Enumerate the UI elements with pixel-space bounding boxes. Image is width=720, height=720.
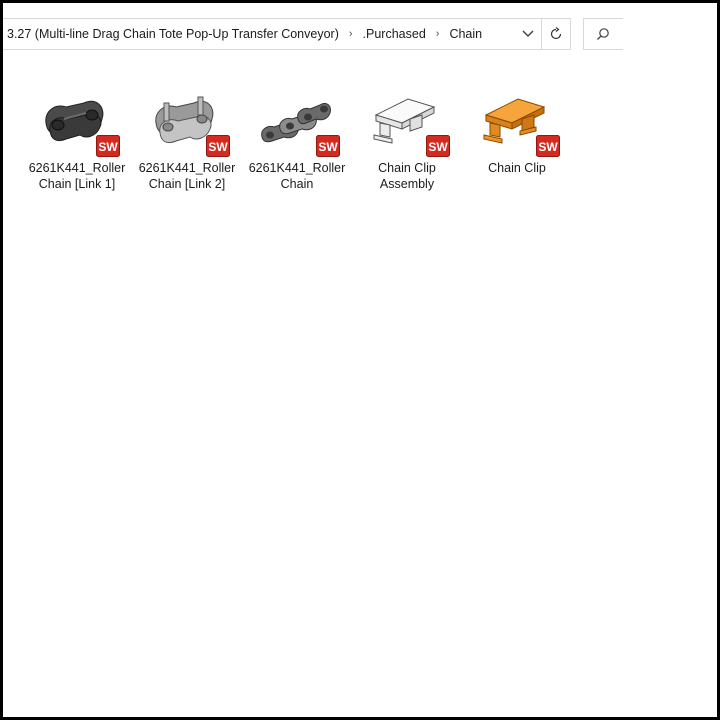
breadcrumb-chain[interactable]: Chain bbox=[445, 27, 486, 41]
solidworks-badge-icon: SW bbox=[536, 135, 560, 157]
file-name: 6261K441_Roller Chain bbox=[244, 161, 350, 192]
file-item[interactable]: SW Chain Clip bbox=[464, 91, 570, 177]
explorer-window: 3.27 (Multi-line Drag Chain Tote Pop-Up … bbox=[3, 3, 717, 717]
file-thumbnail: SW bbox=[254, 91, 340, 163]
badge-text: SW bbox=[318, 140, 338, 154]
file-name-line: 6261K441_Roller bbox=[28, 161, 126, 175]
badge-text: SW bbox=[538, 140, 558, 154]
chevron-right-icon: › bbox=[435, 28, 440, 40]
search-box[interactable] bbox=[583, 18, 623, 50]
file-name-line: 6261K441_Roller bbox=[248, 161, 346, 175]
badge-text: SW bbox=[208, 140, 228, 154]
file-name-line: 6261K441_Roller bbox=[138, 161, 236, 175]
file-thumbnail: SW bbox=[144, 91, 230, 163]
file-name-line: Chain Clip bbox=[378, 161, 436, 175]
file-name: Chain Clip Assembly bbox=[354, 161, 460, 192]
solidworks-badge-icon: SW bbox=[96, 135, 120, 157]
file-name-line: Chain bbox=[280, 176, 314, 191]
chevron-down-icon bbox=[522, 30, 534, 37]
file-name: 6261K441_Roller Chain [Link 2] bbox=[134, 161, 240, 192]
badge-text: SW bbox=[428, 140, 448, 154]
breadcrumb-project[interactable]: 3.27 (Multi-line Drag Chain Tote Pop-Up … bbox=[3, 27, 343, 41]
file-item[interactable]: SW 6261K441_Roller Chain [Link 1] bbox=[24, 91, 130, 192]
badge-text: SW bbox=[98, 140, 118, 154]
file-name: Chain Clip bbox=[464, 161, 570, 177]
address-dropdown-button[interactable] bbox=[514, 19, 542, 49]
file-thumbnail: SW bbox=[34, 91, 120, 163]
file-name-line: Chain [Link 1] bbox=[38, 176, 116, 191]
solidworks-badge-icon: SW bbox=[426, 135, 450, 157]
solidworks-badge-icon: SW bbox=[206, 135, 230, 157]
file-item[interactable]: SW 6261K441_Roller Chain bbox=[244, 91, 350, 192]
file-name-line: Chain Clip bbox=[488, 161, 546, 175]
breadcrumb-purchased[interactable]: .Purchased bbox=[359, 27, 430, 41]
file-name: 6261K441_Roller Chain [Link 1] bbox=[24, 161, 130, 192]
file-item[interactable]: SW Chain Clip Assembly bbox=[354, 91, 460, 192]
refresh-button[interactable] bbox=[541, 18, 571, 50]
search-icon bbox=[597, 28, 609, 40]
file-item[interactable]: SW 6261K441_Roller Chain [Link 2] bbox=[134, 91, 240, 192]
address-bar[interactable]: 3.27 (Multi-line Drag Chain Tote Pop-Up … bbox=[3, 18, 543, 50]
file-name-line: Assembly bbox=[379, 176, 435, 191]
solidworks-badge-icon: SW bbox=[316, 135, 340, 157]
file-thumbnail: SW bbox=[364, 91, 450, 163]
chevron-right-icon: › bbox=[348, 28, 353, 40]
refresh-icon bbox=[550, 27, 562, 40]
file-name-line: Chain [Link 2] bbox=[148, 176, 226, 191]
file-thumbnail: SW bbox=[474, 91, 560, 163]
